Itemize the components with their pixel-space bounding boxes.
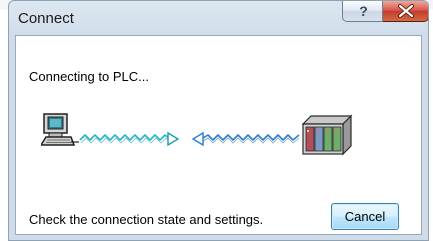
send-arrowhead [167,131,180,147]
help-icon: ? [359,3,368,19]
close-button[interactable] [383,1,428,22]
hint-message: Check the connection state and settings. [29,212,264,227]
receive-link-wave [202,134,300,144]
cancel-button[interactable]: Cancel [331,203,399,230]
receive-arrowhead [191,131,204,147]
status-message: Connecting to PLC... [29,69,149,84]
computer-icon [41,113,79,146]
send-link-wave [79,134,170,144]
connect-dialog: Connect ? Connecting to PLC... Check the… [8,0,429,241]
help-button[interactable]: ? [342,1,383,22]
cancel-button-label: Cancel [344,209,386,224]
plc-icon [301,114,353,156]
close-icon [398,4,414,18]
dialog-body: Connecting to PLC... Check the connectio… [15,35,422,235]
window-title: Connect [18,10,74,27]
help-glyph: ? [359,3,368,19]
connection-graphic [41,113,353,156]
